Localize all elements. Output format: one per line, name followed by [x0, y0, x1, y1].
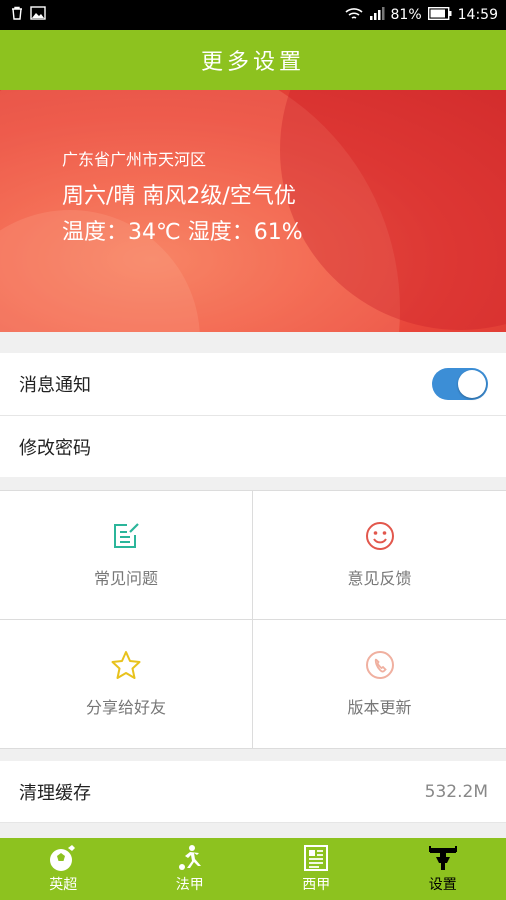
battery-icon	[427, 6, 452, 23]
weather-banner: 广东省广州市天河区 周六/晴 南风2级/空气优 温度：34℃ 湿度：61%	[0, 90, 506, 332]
update-button[interactable]: 版本更新	[253, 620, 506, 749]
toggle-knob	[458, 370, 486, 398]
tab-label: 设置	[428, 877, 457, 893]
notification-label: 消息通知	[19, 375, 91, 396]
player-kick-icon	[175, 844, 205, 872]
title-bar: 更多设置	[0, 30, 506, 90]
tab-la-liga[interactable]: 西甲	[253, 838, 380, 900]
soccer-ball-icon	[48, 844, 78, 872]
settings-tool-icon	[428, 844, 458, 872]
tab-settings[interactable]: 设置	[380, 838, 506, 900]
settings-list: 消息通知 修改密码	[0, 353, 506, 477]
notification-toggle[interactable]	[432, 368, 488, 400]
share-label: 分享给好友	[85, 697, 166, 717]
tab-ligue-1[interactable]: 法甲	[127, 838, 254, 900]
clear-cache-label: 清理缓存	[19, 783, 91, 804]
weather-location: 广东省广州市天河区	[62, 150, 207, 169]
battery-percent: 81%	[390, 7, 422, 23]
image-icon	[30, 6, 46, 24]
newspaper-icon	[302, 844, 330, 872]
action-grid: 常见问题 意见反馈 分享给好友 版本更新	[0, 490, 506, 749]
faq-label: 常见问题	[93, 568, 158, 588]
feedback-button[interactable]: 意见反馈	[253, 491, 506, 620]
page-title: 更多设置	[200, 50, 305, 75]
bottom-tab-bar: 英超 法甲 西甲 设置	[0, 838, 506, 900]
status-bar: 81% 14:59	[0, 0, 506, 30]
change-password-row[interactable]: 修改密码	[0, 415, 506, 477]
weather-temp-humidity: 温度：34℃ 湿度：61%	[62, 220, 303, 245]
weather-condition: 周六/晴 南风2级/空气优	[62, 184, 296, 209]
trash-icon	[10, 6, 24, 24]
edit-note-icon	[111, 521, 141, 551]
clock: 14:59	[457, 7, 498, 23]
wifi-icon	[344, 7, 363, 24]
tab-label: 英超	[49, 877, 78, 893]
star-icon	[110, 650, 142, 680]
tab-label: 法甲	[175, 877, 204, 893]
cache-section: 清理缓存 532.2M	[0, 761, 506, 823]
signal-icon	[369, 6, 385, 24]
feedback-label: 意见反馈	[347, 568, 412, 588]
share-button[interactable]: 分享给好友	[0, 619, 253, 748]
change-password-label: 修改密码	[19, 437, 91, 459]
clear-cache-row[interactable]: 清理缓存 532.2M	[0, 761, 506, 823]
update-label: 版本更新	[347, 697, 412, 717]
phone-icon	[365, 650, 395, 680]
smiley-icon	[365, 521, 395, 551]
notification-row: 消息通知	[0, 353, 506, 415]
faq-button[interactable]: 常见问题	[0, 491, 253, 620]
tab-premier-league[interactable]: 英超	[0, 838, 127, 900]
cache-size: 532.2M	[424, 782, 488, 802]
tab-label: 西甲	[302, 877, 331, 893]
